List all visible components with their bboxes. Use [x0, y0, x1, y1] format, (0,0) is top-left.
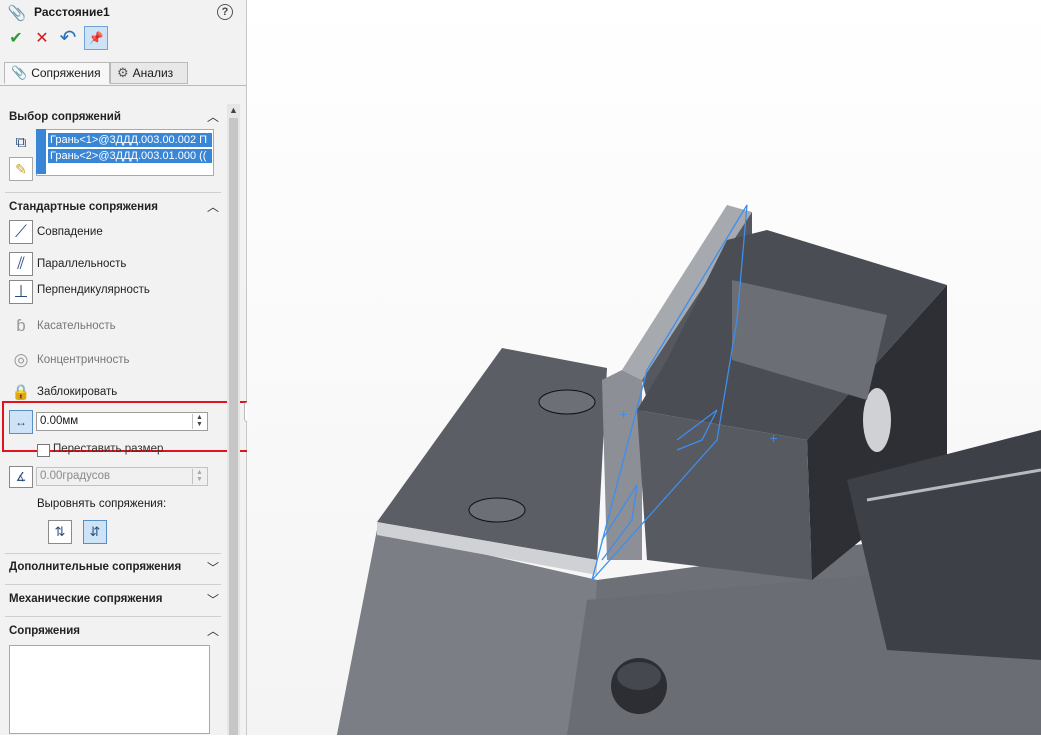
section-title-selection: Выбор сопряжений [9, 111, 121, 123]
property-manager: 📎 Расстояние1 ? ✔ ✕ ↶ 📌 📎 Сопряжения ⚙ А… [0, 0, 262, 735]
angle-value: 0.00градусов [40, 470, 111, 482]
selection-indicator [36, 129, 46, 174]
pushpin-icon: 📌 [88, 31, 104, 45]
scroll-up-icon[interactable]: ▲ [227, 104, 240, 116]
section-title-advanced[interactable]: Дополнительные сопряжения [9, 561, 181, 573]
section-title-standard: Стандартные сопряжения [9, 201, 158, 213]
paperclip-icon: 📎 [7, 5, 27, 22]
paperclip-icon: 📎 [11, 65, 28, 80]
mates-list[interactable] [9, 645, 210, 734]
tab-label: Сопряжения [31, 66, 101, 80]
mate-selection-icon: ⧉ [15, 133, 27, 151]
attach-clip-icon[interactable]: ✎ [9, 157, 33, 181]
tab-divider [0, 85, 246, 86]
tab-label: Анализ [132, 66, 174, 80]
angle-input: 0.00градусов ▲ ▼ [36, 467, 208, 486]
selection-item[interactable]: Грань<2>@3ДДД.003.01.000 (( [48, 149, 212, 163]
divider [5, 584, 221, 585]
model-view: + + [247, 0, 1041, 735]
angle-spinner: ▲ ▼ [192, 469, 206, 484]
scrollbar-thumb[interactable] [229, 118, 238, 735]
chevron-up-icon[interactable]: ︿ [206, 200, 220, 214]
perpendicular-icon[interactable]: ⊥ [9, 280, 33, 304]
mate-concentric-label: Концентричность [37, 354, 130, 366]
mate-lock-label[interactable]: Заблокировать [37, 386, 117, 398]
help-icon[interactable]: ? [217, 4, 233, 20]
undo-button[interactable]: ↶ [58, 27, 78, 49]
tab-analysis[interactable]: ⚙ Анализ [110, 62, 188, 84]
mate-perpendicular-label[interactable]: Перпендикулярность [37, 284, 150, 296]
plate-hole-2 [468, 497, 526, 523]
angle-icon[interactable]: ∡ [9, 466, 33, 488]
mate-parallel-label[interactable]: Параллельность [37, 258, 126, 270]
tangent-icon: ɓ [16, 316, 26, 335]
graphics-viewport[interactable]: + + [247, 0, 1041, 735]
sketch-origin-marker: + [619, 408, 628, 421]
section-title-mechanical[interactable]: Механические сопряжения [9, 593, 162, 605]
align-mates-label: Выровнять сопряжения: [37, 498, 167, 510]
selection-item[interactable]: Грань<1>@3ДДД.003.00.002 П [48, 133, 212, 147]
gears-icon: ⚙ [117, 65, 129, 80]
divider [5, 553, 221, 554]
divider [5, 192, 221, 193]
pin-button[interactable]: 📌 [84, 26, 108, 50]
parallel-icon[interactable]: ⫽ [9, 252, 33, 276]
base-hole-rim [617, 662, 661, 690]
ok-button[interactable]: ✔ [6, 28, 26, 48]
chevron-down-icon[interactable]: ﹀ [206, 561, 220, 575]
aligned-button[interactable]: ⇅ [48, 520, 72, 544]
mate-tangent-label: Касательность [37, 320, 116, 332]
concentric-icon: ◎ [13, 350, 29, 369]
section-title-mates: Сопряжения [9, 625, 80, 637]
anti-aligned-button[interactable]: ⇵ [83, 520, 107, 544]
divider [5, 616, 221, 617]
panel-title: Расстояние1 [34, 5, 110, 19]
tab-mates[interactable]: 📎 Сопряжения [4, 62, 110, 84]
mate-coincident-label[interactable]: Совпадение [37, 226, 103, 238]
chevron-up-icon[interactable]: ︿ [206, 110, 220, 124]
chevron-down-icon[interactable]: ﹀ [206, 593, 220, 607]
chevron-up-icon[interactable]: ︿ [206, 624, 220, 638]
flip-dimension-checkbox[interactable] [37, 444, 50, 457]
plate-hole-1 [538, 389, 596, 415]
cancel-button[interactable]: ✕ [32, 28, 52, 48]
sketch-origin-marker: + [769, 432, 778, 445]
coincident-icon[interactable]: ⟋ [9, 220, 33, 244]
flip-dimension-label[interactable]: Переставить размер [53, 443, 163, 455]
